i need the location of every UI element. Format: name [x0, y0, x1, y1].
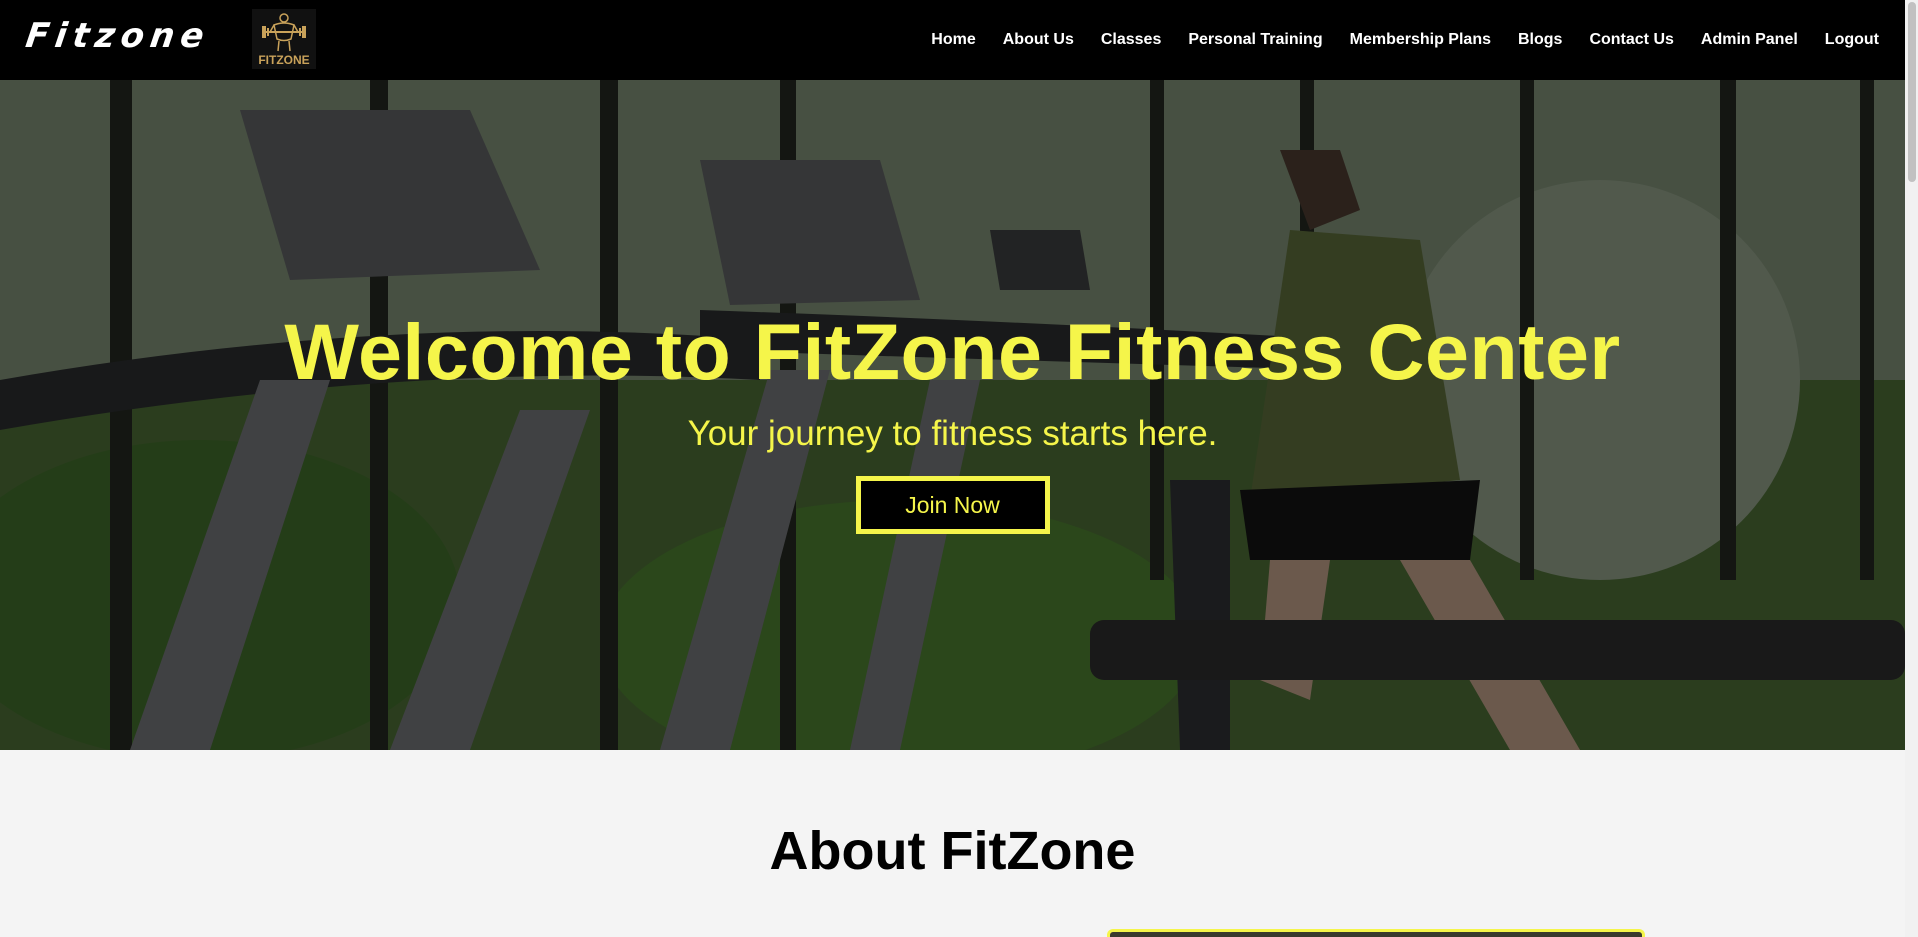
- nav-classes[interactable]: Classes: [1101, 31, 1162, 49]
- page-scrollbar[interactable]: [1905, 0, 1918, 937]
- bodybuilder-barbell-icon: [262, 13, 306, 52]
- nav-home[interactable]: Home: [931, 31, 975, 49]
- navbar: Fitzone FITZONE Home About Us Classes Pe…: [0, 0, 1905, 80]
- about-section-title: About FitZone: [769, 821, 1136, 881]
- site-logo[interactable]: FITZONE: [252, 9, 316, 69]
- join-now-button[interactable]: Join Now: [855, 476, 1050, 534]
- hero-title: Welcome to FitZone Fitness Center: [284, 307, 1621, 396]
- nav-logout[interactable]: Logout: [1825, 31, 1879, 49]
- nav-admin-panel[interactable]: Admin Panel: [1701, 31, 1798, 49]
- nav-blogs[interactable]: Blogs: [1518, 31, 1562, 49]
- main-nav: Home About Us Classes Personal Training …: [904, 0, 1879, 80]
- hero-subtitle: Your journey to fitness starts here.: [687, 414, 1218, 453]
- hero-section: Welcome to FitZone Fitness Center Your j…: [0, 80, 1905, 750]
- nav-membership-plans[interactable]: Membership Plans: [1350, 31, 1491, 49]
- nav-contact-us[interactable]: Contact Us: [1589, 31, 1673, 49]
- scrollbar-thumb[interactable]: [1908, 2, 1916, 182]
- nav-personal-training[interactable]: Personal Training: [1188, 31, 1322, 49]
- about-image: [1107, 929, 1645, 937]
- hero-content: Welcome to FitZone Fitness Center Your j…: [0, 80, 1905, 750]
- nav-about-us[interactable]: About Us: [1003, 31, 1074, 49]
- logo-text: FITZONE: [258, 53, 310, 67]
- brand-wordmark[interactable]: Fitzone: [23, 16, 212, 56]
